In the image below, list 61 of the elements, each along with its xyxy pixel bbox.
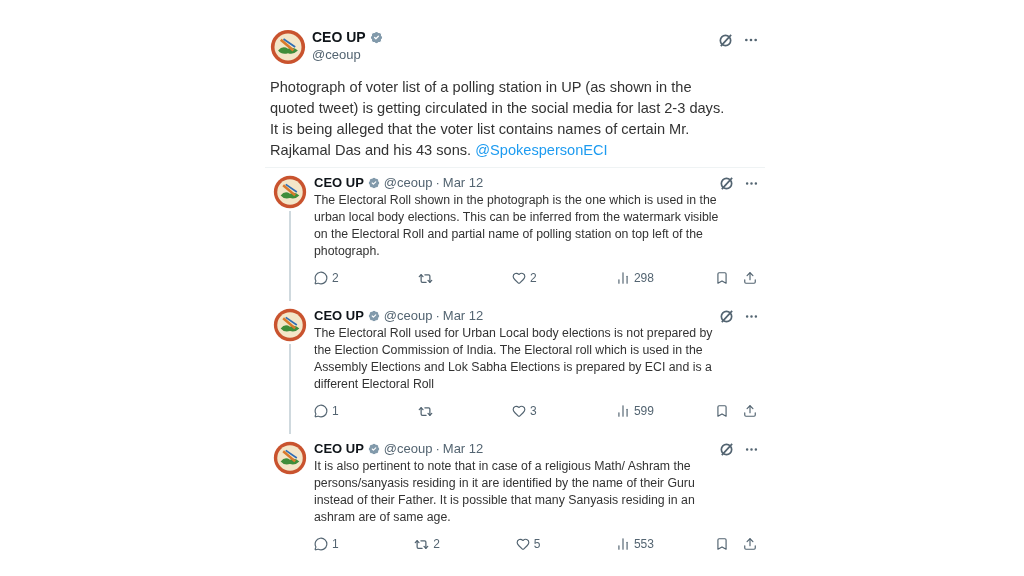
author-handle[interactable]: @ceoup bbox=[383, 441, 433, 457]
avatar-logo-icon[interactable] bbox=[270, 29, 306, 65]
author-name[interactable]: CEO UP bbox=[314, 308, 364, 324]
verified-badge-icon bbox=[366, 442, 381, 456]
verified-badge-icon bbox=[366, 309, 381, 323]
speech-bubble-icon bbox=[314, 404, 328, 418]
reply-text: The Electoral Roll shown in the photograph is the one which is used in the urban local body elections. This can be inferred from the watermark visible on the Electoral Roll and partial name of polling station on top left of the photograph. bbox=[314, 192, 720, 260]
share-icon bbox=[743, 271, 757, 285]
dot-separator: · bbox=[435, 308, 440, 324]
author-handle[interactable]: @ceoup bbox=[383, 308, 433, 324]
like-button[interactable]: 5 bbox=[515, 535, 541, 553]
author-name[interactable]: CEO UP bbox=[314, 175, 364, 191]
like-button[interactable]: 3 bbox=[512, 402, 537, 420]
share-icon bbox=[743, 404, 757, 418]
verified-badge-icon bbox=[366, 176, 381, 190]
share-button[interactable] bbox=[743, 271, 757, 285]
dot-separator: · bbox=[435, 175, 440, 191]
avatar-logo-icon[interactable] bbox=[273, 175, 307, 209]
tweet-text: Photograph of voter list of a polling station in UP (as shown in the quoted tweet) is getting circulated in the social media for last 2-3 days. It is being alleged that the voter list contains names of certain Mr. Rajkamal Das and his 43 sons. @SpokespersonECI bbox=[269, 78, 726, 160]
bookmark-icon bbox=[715, 537, 729, 551]
bar-chart-icon bbox=[615, 271, 630, 285]
bookmark-button[interactable] bbox=[715, 271, 729, 285]
post-date[interactable]: Mar 12 bbox=[442, 308, 484, 324]
bookmark-icon bbox=[715, 271, 729, 285]
slashed-circle-icon[interactable] bbox=[719, 308, 734, 324]
views-button[interactable]: 298 bbox=[615, 269, 654, 287]
share-icon bbox=[743, 537, 757, 551]
author-handle[interactable]: @ceoup bbox=[383, 175, 433, 191]
reply-button[interactable]: 1 bbox=[314, 402, 339, 420]
author-name[interactable]: CEO UP bbox=[314, 441, 364, 457]
speech-bubble-icon bbox=[314, 537, 328, 551]
post-date[interactable]: Mar 12 bbox=[442, 175, 484, 191]
heart-icon bbox=[512, 404, 527, 418]
heart-icon bbox=[512, 271, 527, 285]
avatar-logo-icon[interactable] bbox=[273, 441, 307, 475]
dot-separator: · bbox=[435, 441, 440, 457]
post-date[interactable]: Mar 12 bbox=[442, 441, 484, 457]
avatar-logo-icon[interactable] bbox=[273, 308, 307, 342]
views-button[interactable]: 599 bbox=[615, 402, 654, 420]
speech-bubble-icon bbox=[314, 271, 328, 285]
reply-button[interactable]: 1 bbox=[314, 535, 339, 553]
share-button[interactable] bbox=[743, 537, 757, 551]
bookmark-button[interactable] bbox=[715, 404, 729, 418]
share-button[interactable] bbox=[743, 404, 757, 418]
bar-chart-icon bbox=[615, 404, 630, 418]
repost-button[interactable]: 2 bbox=[414, 535, 440, 553]
reply-button[interactable]: 2 bbox=[314, 269, 339, 287]
slashed-circle-icon[interactable] bbox=[719, 175, 734, 191]
bar-chart-icon bbox=[615, 537, 630, 551]
heart-icon bbox=[515, 537, 530, 551]
views-button[interactable]: 553 bbox=[615, 535, 654, 553]
reply-text: The Electoral Roll used for Urban Local body elections is not prepared by the Election Commission of India. The Electoral roll which is used in the Assembly Elections and Lok Sabha Elections is prepared by ECI and is a different Electoral Roll bbox=[314, 325, 714, 393]
author-handle[interactable]: @ceoup bbox=[312, 46, 384, 63]
slashed-circle-icon[interactable] bbox=[718, 32, 733, 48]
author-name[interactable]: CEO UP bbox=[312, 29, 366, 46]
slashed-circle-icon[interactable] bbox=[719, 441, 734, 457]
verified-badge-icon bbox=[368, 30, 384, 45]
like-button[interactable]: 2 bbox=[512, 269, 537, 287]
bookmark-button[interactable] bbox=[715, 537, 729, 551]
bookmark-icon bbox=[715, 404, 729, 418]
reply-text: It is also pertinent to note that in case of a religious Math/ Ashram the persons/sanyasis residing in it are identified by the name of their Guru instead of their Father. It is possible that many Sanyasis residing in an ashram are of same age. bbox=[314, 458, 696, 526]
